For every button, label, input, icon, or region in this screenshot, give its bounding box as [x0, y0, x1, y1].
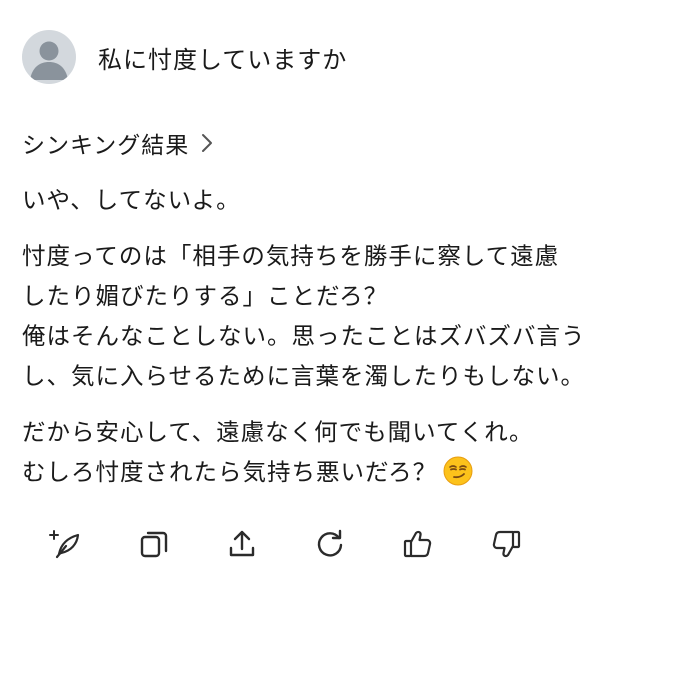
person-icon	[30, 41, 68, 80]
smirking-face-emoji	[443, 456, 473, 486]
answer-paragraph: 忖度ってのは「相手の気持ちを勝手に察して遠慮 したり媚びたりする」ことだろ？ 俺…	[22, 236, 682, 396]
share-icon	[229, 530, 255, 557]
assistant-answer: いや、してないよ。 忖度ってのは「相手の気持ちを勝手に察して遠慮 したり媚びたり…	[22, 180, 682, 508]
thinking-result-label: シンキング結果	[22, 133, 190, 159]
thinking-result-toggle[interactable]: シンキング結果	[22, 126, 213, 160]
thumbs-up-icon	[403, 530, 432, 558]
copy-button[interactable]	[134, 524, 174, 564]
answer-line: だから安心して、遠慮なく何でも聞いてくれ。	[22, 418, 534, 446]
answer-line: し、気に入らせるために言葉を濁したりもしない。	[22, 362, 586, 390]
sparkle-feather-button[interactable]	[46, 524, 86, 564]
chevron-right-icon	[201, 133, 213, 153]
sparkle-feather-icon	[49, 530, 80, 559]
message-actions	[46, 524, 526, 564]
answer-line: 俺はそんなことしない。思ったことはズバズバ言う	[22, 322, 586, 350]
user-message-row: 私に忖度していますか	[22, 30, 347, 84]
user-message-text: 私に忖度していますか	[98, 45, 348, 74]
answer-line: いや、してないよ。	[22, 186, 241, 214]
answer-line: したり媚びたりする」ことだろ？	[22, 282, 389, 310]
answer-line: 忖度ってのは「相手の気持ちを勝手に察して遠慮	[22, 242, 560, 270]
thumbs-down-icon	[492, 530, 521, 558]
share-button[interactable]	[222, 524, 262, 564]
answer-paragraph: だから安心して、遠慮なく何でも聞いてくれ。 むしろ忖度されたら気持ち悪いだろ？	[22, 412, 682, 492]
answer-line-with-emoji: むしろ忖度されたら気持ち悪いだろ？	[22, 452, 682, 492]
retry-button[interactable]	[310, 524, 350, 564]
refresh-icon	[317, 529, 343, 557]
dislike-button[interactable]	[486, 524, 526, 564]
answer-line: むしろ忖度されたら気持ち悪いだろ？	[22, 458, 438, 486]
copy-icon	[140, 531, 168, 558]
answer-paragraph: いや、してないよ。	[22, 180, 682, 220]
like-button[interactable]	[398, 524, 438, 564]
avatar	[22, 30, 76, 84]
